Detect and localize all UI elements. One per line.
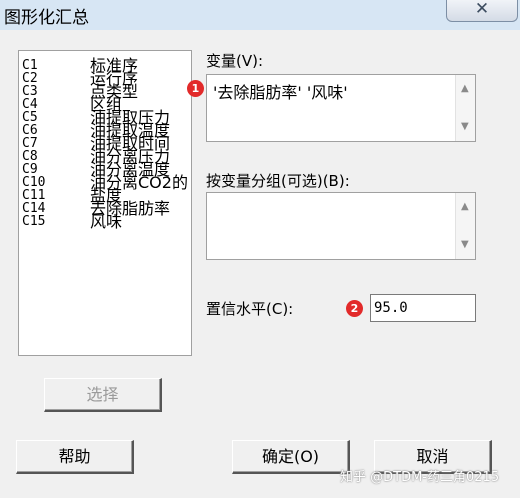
window-title: 图形化汇总 bbox=[4, 8, 89, 28]
confidence-label: 置信水平(C): bbox=[206, 300, 294, 318]
byvars-label: 按变量分组(可选)(B): bbox=[206, 172, 350, 190]
close-icon: ✕ bbox=[474, 0, 490, 19]
byvars-field[interactable]: ▲ ▼ bbox=[206, 192, 476, 260]
variable-name: 风味 bbox=[90, 212, 123, 231]
variables-scrollbar[interactable]: ▲ ▼ bbox=[455, 75, 475, 141]
scroll-down-icon[interactable]: ▼ bbox=[461, 240, 469, 250]
title-bar: 图形化汇总 ✕ bbox=[0, 0, 520, 30]
annotation-badge-2: 2 bbox=[346, 300, 363, 317]
variables-field[interactable]: '去除脂肪率' '风味' ▲ ▼ bbox=[206, 74, 476, 142]
close-button[interactable]: ✕ bbox=[446, 0, 518, 22]
confidence-input-field[interactable] bbox=[374, 296, 470, 320]
scroll-up-icon[interactable]: ▲ bbox=[461, 202, 469, 212]
variable-list[interactable]: C1 标准序 C2 运行序 C3 点类型 C4 区组 C5 油提取压力 C6 油提取温度 C7 油提取时间… bbox=[18, 50, 192, 356]
annotation-badge-1: 1 bbox=[187, 80, 204, 97]
confidence-input[interactable] bbox=[370, 294, 476, 322]
variables-field-value: '去除脂肪率' '风味' bbox=[213, 83, 348, 102]
watermark: 知乎 @DTDM-药三角0215 bbox=[340, 470, 500, 485]
select-button[interactable]: 选择 bbox=[44, 378, 162, 412]
scroll-down-icon[interactable]: ▼ bbox=[461, 122, 469, 132]
variable-id: C15 bbox=[22, 214, 46, 229]
variables-label: 变量(V): bbox=[206, 52, 264, 70]
ok-button[interactable]: 确定(O) bbox=[232, 440, 350, 474]
help-button[interactable]: 帮助 bbox=[16, 440, 134, 474]
byvars-scrollbar[interactable]: ▲ ▼ bbox=[455, 193, 475, 259]
scroll-up-icon[interactable]: ▲ bbox=[461, 84, 469, 94]
